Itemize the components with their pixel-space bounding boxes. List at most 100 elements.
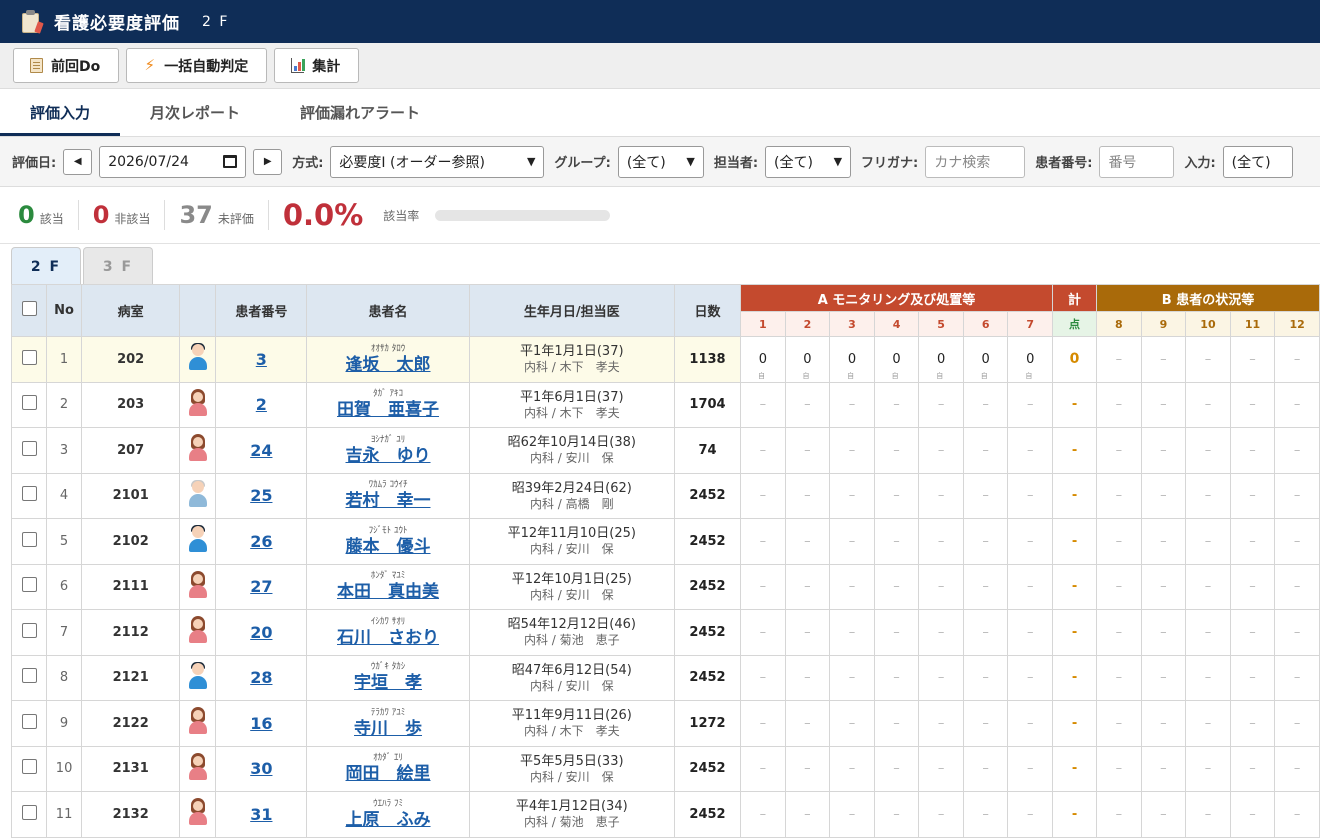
b-item-cell[interactable]: – xyxy=(1140,791,1187,838)
patient-name-link[interactable]: 藤本 優斗 xyxy=(307,537,468,557)
patient-name-link[interactable]: 石川 さおり xyxy=(307,628,468,648)
prev-do-button[interactable]: 前回Do xyxy=(13,48,120,83)
a-item-cell[interactable]: – xyxy=(1007,609,1053,656)
a-item-cell[interactable]: – xyxy=(829,472,875,519)
a-item-cell[interactable]: – xyxy=(829,791,875,838)
a-item-cell[interactable]: – xyxy=(873,381,920,428)
a-item-cell[interactable]: – xyxy=(918,427,964,474)
b-item-cell[interactable]: – xyxy=(1274,654,1320,701)
a-item-cell[interactable]: – xyxy=(918,381,964,428)
a-item-cell[interactable]: – xyxy=(873,609,920,656)
b-item-cell[interactable]: – xyxy=(1229,381,1276,428)
b-item-cell[interactable]: – xyxy=(1096,791,1142,838)
b-item-cell[interactable]: – xyxy=(1140,472,1187,519)
b-item-cell[interactable]: – xyxy=(1140,381,1187,428)
a-item-cell[interactable]: – xyxy=(784,791,831,838)
a-item-cell[interactable]: – xyxy=(918,472,964,519)
a-item-cell[interactable]: – xyxy=(784,745,831,792)
method-select[interactable]: 必要度Ⅰ (オーダー参照) ▼ xyxy=(330,145,545,178)
a-item-cell[interactable]: – xyxy=(873,472,920,519)
patient-id-link[interactable]: 28 xyxy=(250,668,272,687)
a-item-cell[interactable]: – xyxy=(1007,654,1053,701)
row-checkbox[interactable] xyxy=(21,486,37,502)
a-item-cell[interactable]: – xyxy=(784,654,831,701)
patient-id-link[interactable]: 30 xyxy=(250,759,272,778)
a-item-cell[interactable]: 0自 xyxy=(873,336,920,383)
a-item-cell[interactable]: 0自 xyxy=(1007,336,1053,383)
a-item-cell[interactable]: – xyxy=(740,472,786,519)
a-item-cell[interactable]: – xyxy=(962,700,1009,747)
b-item-cell[interactable]: – xyxy=(1185,381,1231,428)
table-row[interactable]: 5 2102 26 ﾌｼﾞﾓﾄ ﾕｳﾄ 藤本 優斗 平12年11月10日(25) 内科 / … xyxy=(10,518,1320,565)
a-item-cell[interactable]: – xyxy=(918,654,964,701)
a-item-cell[interactable]: – xyxy=(784,381,831,428)
a-item-cell[interactable]: – xyxy=(1007,518,1053,565)
b-item-cell[interactable]: – xyxy=(1229,791,1276,838)
a-item-cell[interactable]: 0自 xyxy=(918,336,964,383)
a-item-cell[interactable]: – xyxy=(740,654,786,701)
b-item-cell[interactable]: – xyxy=(1140,609,1187,656)
a-item-cell[interactable]: – xyxy=(829,700,875,747)
patient-id-link[interactable]: 3 xyxy=(256,350,267,369)
a-item-cell[interactable]: – xyxy=(962,791,1009,838)
b-item-cell[interactable]: – xyxy=(1096,745,1142,792)
a-item-cell[interactable]: – xyxy=(1007,791,1053,838)
patient-id-link[interactable]: 25 xyxy=(250,486,272,505)
a-item-cell[interactable]: – xyxy=(918,791,964,838)
row-checkbox[interactable] xyxy=(21,622,37,638)
b-item-cell[interactable]: – xyxy=(1185,336,1231,383)
b-item-cell[interactable]: – xyxy=(1274,336,1320,383)
a-item-cell[interactable]: – xyxy=(1007,427,1053,474)
a-item-cell[interactable]: – xyxy=(740,700,786,747)
a-item-cell[interactable]: – xyxy=(740,791,786,838)
patient-name-link[interactable]: 吉永 ゆり xyxy=(307,446,468,466)
row-checkbox[interactable] xyxy=(21,395,37,411)
b-item-cell[interactable]: – xyxy=(1185,745,1231,792)
b-item-cell[interactable]: – xyxy=(1185,563,1231,610)
row-checkbox[interactable] xyxy=(21,531,37,547)
a-item-cell[interactable]: – xyxy=(918,745,964,792)
table-row[interactable]: 8 2121 28 ｳｶﾞｷ ﾀｶｼ 宇垣 孝昭47年6月12日(54) 内科 / 安川 … xyxy=(10,654,1320,701)
a-item-cell[interactable]: – xyxy=(873,745,920,792)
row-checkbox[interactable] xyxy=(21,713,37,729)
a-item-cell[interactable]: – xyxy=(918,518,964,565)
a-item-cell[interactable]: – xyxy=(829,563,875,610)
b-item-cell[interactable]: – xyxy=(1096,381,1142,428)
b-item-cell[interactable]: – xyxy=(1185,427,1231,474)
b-item-cell[interactable]: – xyxy=(1140,745,1187,792)
a-item-cell[interactable]: – xyxy=(740,563,786,610)
row-checkbox[interactable] xyxy=(21,668,37,684)
a-item-cell[interactable]: – xyxy=(918,609,964,656)
patient-id-link[interactable]: 31 xyxy=(250,805,272,824)
a-item-cell[interactable]: – xyxy=(962,609,1009,656)
b-item-cell[interactable]: – xyxy=(1096,518,1142,565)
b-item-cell[interactable]: – xyxy=(1274,745,1320,792)
a-item-cell[interactable]: – xyxy=(873,563,920,610)
a-item-cell[interactable]: – xyxy=(873,700,920,747)
next-date-button[interactable]: ▶ xyxy=(253,148,283,175)
b-item-cell[interactable]: – xyxy=(1229,427,1276,474)
a-item-cell[interactable]: – xyxy=(829,745,875,792)
a-item-cell[interactable]: – xyxy=(829,518,875,565)
b-item-cell[interactable]: – xyxy=(1185,518,1231,565)
a-item-cell[interactable]: – xyxy=(873,791,920,838)
a-item-cell[interactable]: 0自 xyxy=(829,336,875,383)
b-item-cell[interactable]: – xyxy=(1096,654,1142,701)
input-select[interactable]: (全て) xyxy=(1222,145,1293,178)
b-item-cell[interactable]: – xyxy=(1185,472,1231,519)
a-item-cell[interactable]: – xyxy=(740,609,786,656)
b-item-cell[interactable]: – xyxy=(1140,518,1187,565)
a-item-cell[interactable]: – xyxy=(962,427,1009,474)
table-row[interactable]: 3 207 24 ﾖｼﾅｶﾞ ﾕﾘ 吉永 ゆり 昭62年10月14日(38) 内科 / 安川… xyxy=(10,427,1320,474)
patient-id-link[interactable]: 20 xyxy=(250,623,272,642)
a-item-cell[interactable]: – xyxy=(740,745,786,792)
table-row[interactable]: 2 203 2 ﾀｶﾞ ｱｷｺ 田賀 亜喜子 平1年6月1日(37) 内科 / 木下 孝夫 1… xyxy=(10,381,1320,428)
b-item-cell[interactable]: – xyxy=(1140,427,1187,474)
patient-name-link[interactable]: 逢坂 太郎 xyxy=(307,355,468,375)
kana-search-input[interactable]: カナ検索 xyxy=(925,145,1026,178)
b-item-cell[interactable]: – xyxy=(1229,609,1276,656)
a-item-cell[interactable]: – xyxy=(962,563,1009,610)
a-item-cell[interactable]: – xyxy=(829,654,875,701)
a-item-cell[interactable]: – xyxy=(1007,745,1053,792)
b-item-cell[interactable]: – xyxy=(1229,336,1276,383)
